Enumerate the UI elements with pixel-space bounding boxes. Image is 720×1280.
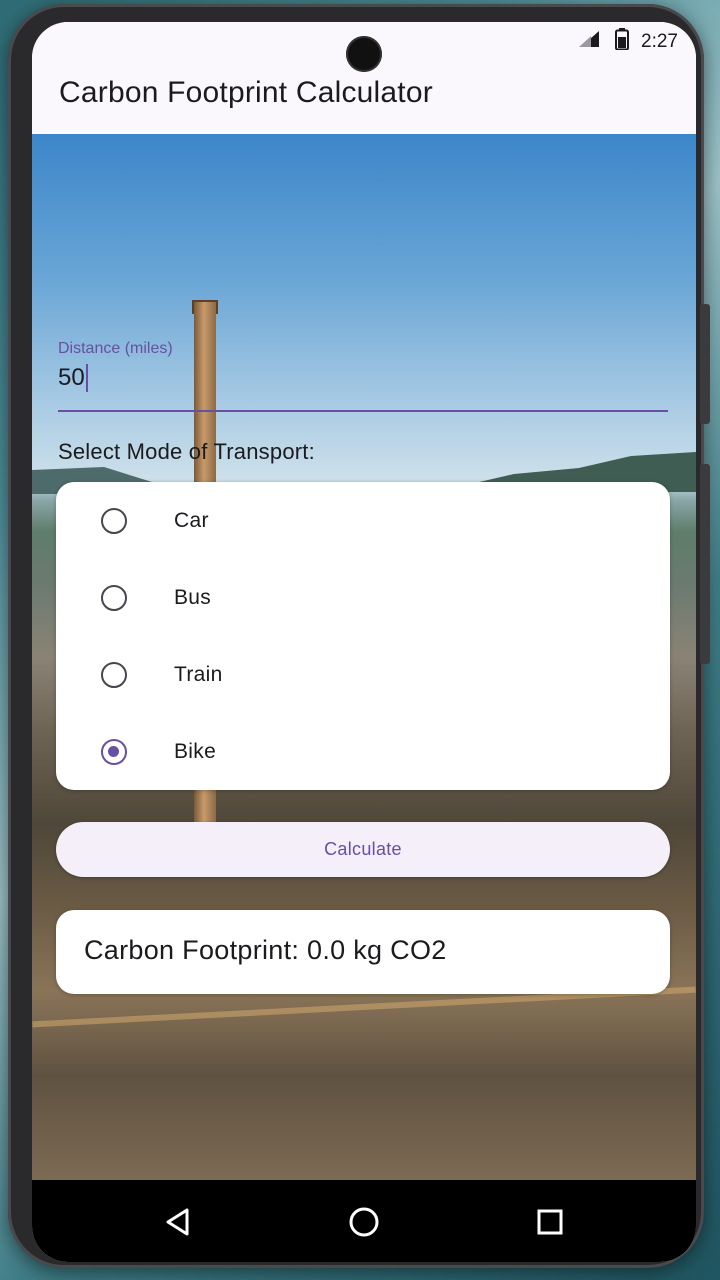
power-button (700, 304, 710, 424)
recents-square-icon[interactable] (526, 1198, 574, 1246)
back-triangle-icon[interactable] (154, 1198, 202, 1246)
transport-options-card: Car Bus Train Bike (56, 482, 670, 790)
radio-button-bus[interactable] (101, 584, 127, 611)
page-title: Carbon Footprint Calculator (59, 76, 433, 109)
home-circle-icon[interactable] (340, 1198, 388, 1246)
screen: 2:27 Carbon Footprint Calculator Distanc… (32, 22, 696, 1262)
radio-button-train[interactable] (101, 661, 127, 688)
result-card: Carbon Footprint: 0.0 kg CO2 (56, 910, 670, 994)
radio-button-bike[interactable] (101, 738, 127, 765)
text-caret (85, 364, 88, 392)
status-time: 2:27 (641, 31, 678, 52)
volume-button (700, 464, 710, 664)
distance-input[interactable]: Distance (miles) 50 (58, 340, 668, 412)
radio-option-train[interactable]: Train (56, 636, 670, 713)
radio-selected-dot (108, 745, 119, 757)
radio-label-bike: Bike (174, 739, 217, 763)
phone-frame: 2:27 Carbon Footprint Calculator Distanc… (8, 4, 710, 1268)
radio-label-bus: Bus (174, 585, 212, 609)
battery-icon (615, 28, 630, 56)
radio-button-car[interactable] (101, 507, 127, 534)
radio-option-bike[interactable]: Bike (56, 713, 670, 790)
radio-label-car: Car (174, 508, 209, 532)
distance-value-text: 50 (58, 364, 85, 391)
app-bar: 2:27 Carbon Footprint Calculator (32, 22, 696, 134)
radio-label-train: Train (174, 662, 223, 686)
calculate-button[interactable]: Calculate (56, 822, 670, 877)
status-bar: 2:27 (577, 28, 678, 56)
carbon-footprint-result: Carbon Footprint: 0.0 kg CO2 (84, 935, 447, 965)
transport-section-label: Select Mode of Transport: (58, 439, 315, 464)
signal-icon (577, 29, 603, 55)
distance-label: Distance (miles) (58, 340, 173, 357)
front-camera (346, 36, 382, 72)
distance-value[interactable]: 50 (58, 364, 88, 392)
radio-option-car[interactable]: Car (56, 482, 670, 559)
radio-option-bus[interactable]: Bus (56, 559, 670, 636)
system-nav-bar (32, 1180, 696, 1262)
